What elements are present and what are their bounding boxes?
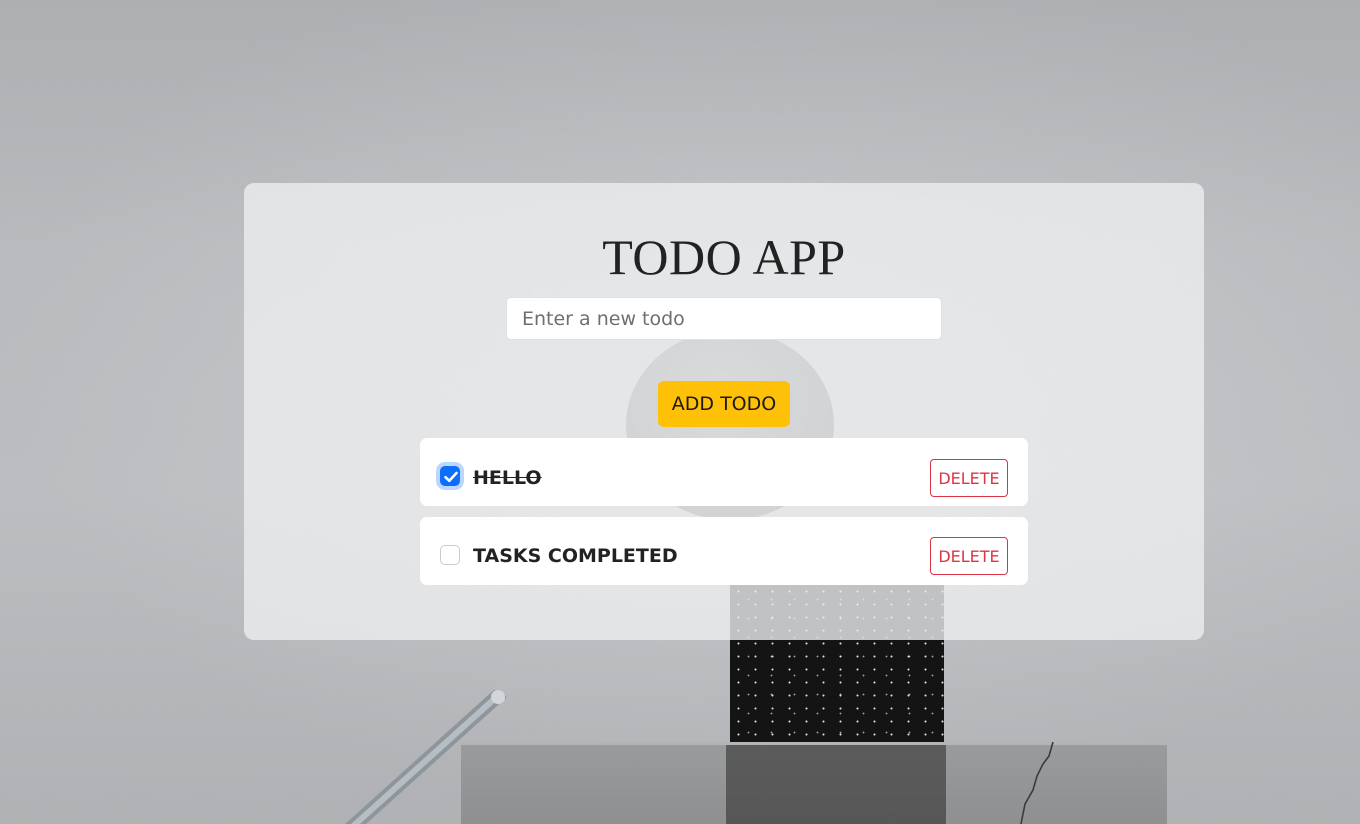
new-todo-input[interactable]: [506, 297, 942, 340]
add-todo-button[interactable]: ADD TODO: [658, 381, 790, 427]
page-title: TODO APP: [602, 229, 846, 285]
delete-todo-button[interactable]: DELETE: [930, 459, 1008, 497]
check-icon: [444, 471, 458, 483]
delete-todo-button[interactable]: DELETE: [930, 537, 1008, 575]
todo-checkbox[interactable]: [440, 545, 460, 565]
background-crack: [1020, 742, 1054, 824]
todo-text: TASKS COMPLETED: [473, 545, 678, 567]
todo-checkbox-checked[interactable]: [440, 466, 460, 486]
todo-item: TASKS COMPLETED DELETE: [420, 517, 1028, 585]
background-rod: [345, 690, 507, 824]
todo-text: HELLO: [473, 467, 542, 489]
background-base-shadow: [726, 745, 946, 824]
todo-item: HELLO DELETE: [420, 438, 1028, 506]
